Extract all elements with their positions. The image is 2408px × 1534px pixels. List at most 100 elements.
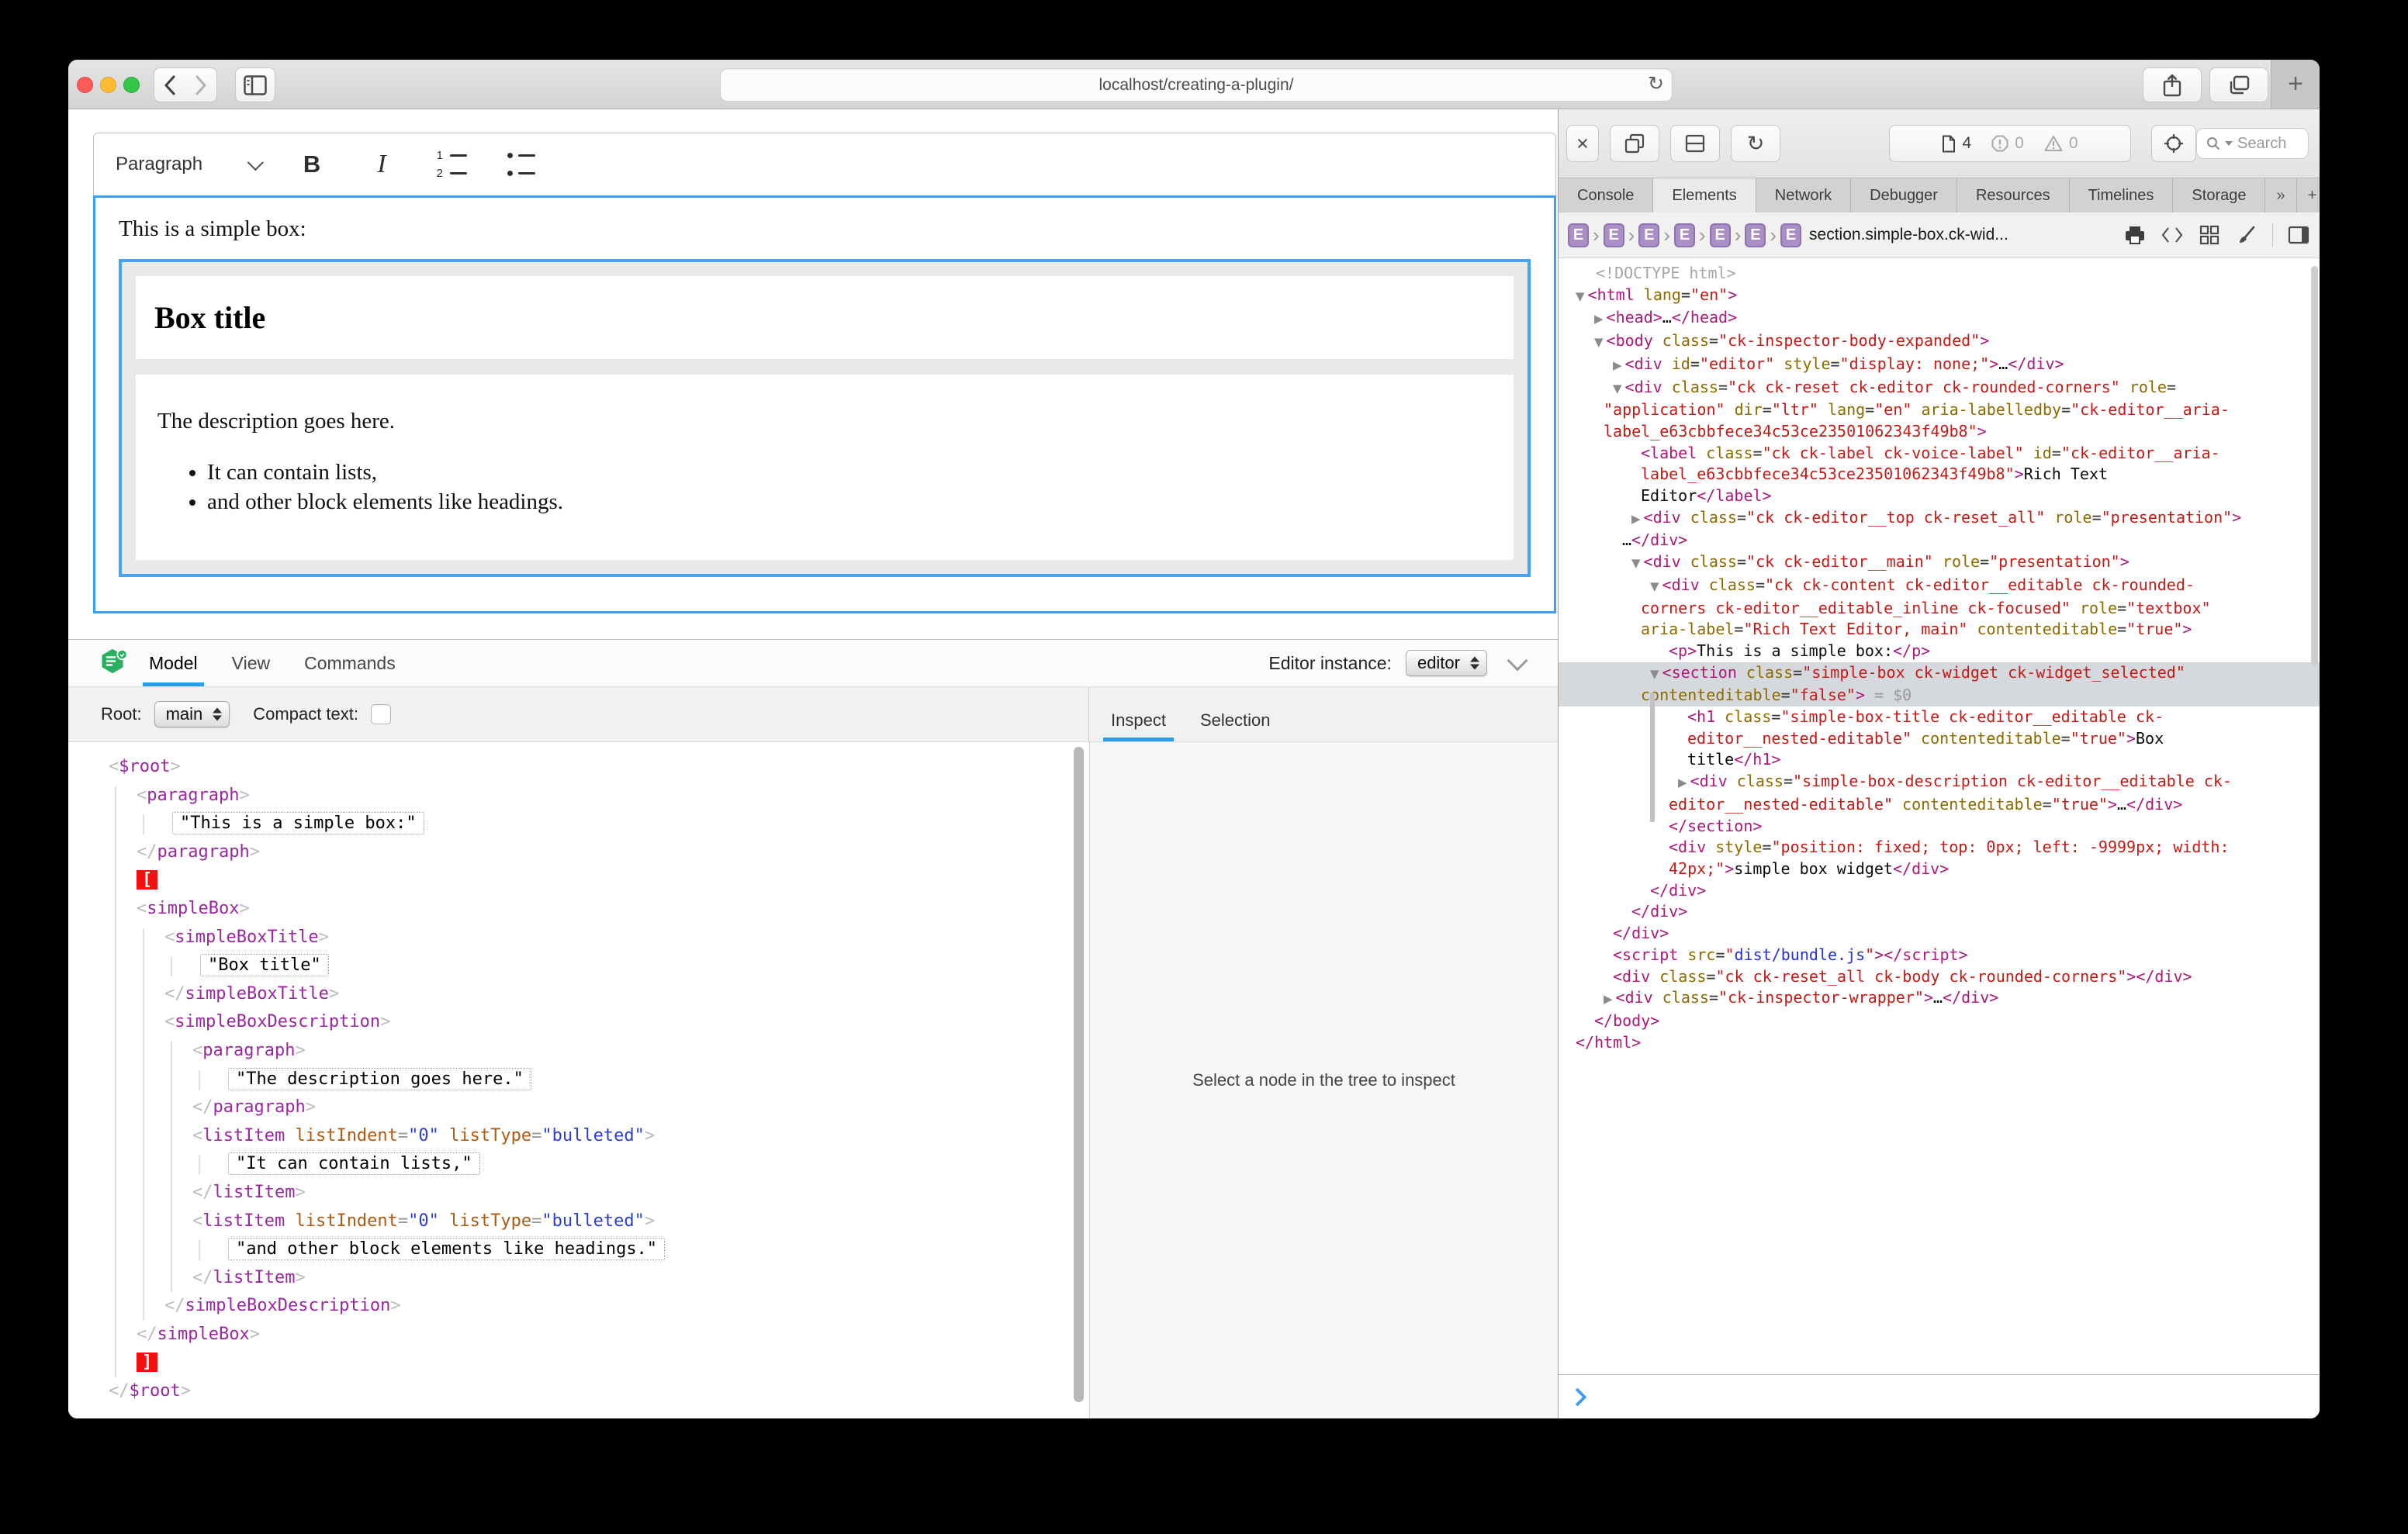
numbered-list-button[interactable]: 1 2 <box>434 146 469 183</box>
dom-tree-line[interactable]: title</h1> <box>1568 749 2320 771</box>
dom-tree-line[interactable]: ▼<html lang="en"> <box>1568 285 2320 308</box>
dom-tree-line[interactable]: editor__nested-editable" contenteditable… <box>1568 794 2320 816</box>
model-tree-line[interactable]: <$root> <box>68 753 1088 782</box>
dom-tree-line[interactable]: corners ck-editor__editable_inline ck-fo… <box>1568 598 2320 620</box>
element-picker-button[interactable] <box>2151 125 2196 162</box>
dom-tree-line[interactable]: <p>This is a simple box:</p> <box>1568 641 2320 662</box>
print-styles-button[interactable] <box>2123 223 2147 247</box>
description-paragraph[interactable]: The description goes here. <box>157 409 1492 434</box>
dom-tree-line[interactable]: ▶<head>…</head> <box>1568 307 2320 330</box>
description-list[interactable]: It can contain lists,and other block ele… <box>157 458 1492 517</box>
dom-tree-line[interactable]: "application" dir="ltr" lang="en" aria-l… <box>1568 399 2320 421</box>
rich-text-editable[interactable]: This is a simple box: Box title The desc… <box>93 195 1556 613</box>
model-tree-line[interactable]: <simpleBoxTitle> <box>68 924 1088 952</box>
bulleted-list-button[interactable] <box>504 146 538 183</box>
dom-tree-line[interactable]: </div> <box>1568 923 2320 945</box>
dom-tree-line[interactable]: contenteditable="false"> = $0 <box>1559 685 2320 707</box>
detach-inspector-button[interactable] <box>1610 125 1659 162</box>
tab-debugger[interactable]: Debugger <box>1851 178 1957 212</box>
model-tree-line[interactable]: <paragraph> <box>68 782 1088 810</box>
dom-tree-line[interactable]: <div class="ck ck-reset_all ck-body ck-r… <box>1568 966 2320 988</box>
minimize-window-button[interactable] <box>100 77 116 93</box>
model-tree-line[interactable]: <simpleBox> <box>68 895 1088 924</box>
model-tree-line[interactable]: </listItem> <box>68 1179 1088 1208</box>
dom-tree-line[interactable]: </div> <box>1568 880 2320 902</box>
tab-selection[interactable]: Selection <box>1200 710 1271 741</box>
editor-instance-select[interactable]: editor <box>1406 650 1487 676</box>
dock-bottom-button[interactable] <box>1670 125 1720 162</box>
dom-tree-line[interactable]: </html> <box>1568 1032 2320 1054</box>
model-tree-line[interactable]: </simpleBox> <box>68 1321 1088 1349</box>
quick-console[interactable] <box>1559 1374 2320 1418</box>
model-tree-line[interactable]: "and other block elements like headings.… <box>68 1235 1088 1264</box>
forward-button[interactable] <box>185 67 217 102</box>
dom-tree-line[interactable]: ▶<div class="simple-box-description ck-e… <box>1568 771 2320 794</box>
model-tree-line[interactable]: </$root> <box>68 1377 1088 1406</box>
activity-viewer[interactable]: 4 0 <box>1889 125 2131 162</box>
dom-tree-line[interactable]: ▶<div class="ck-inspector-wrapper">…</di… <box>1568 987 2320 1011</box>
show-source-button[interactable] <box>2161 223 2184 247</box>
tab-network[interactable]: Network <box>1756 178 1851 212</box>
zoom-window-button[interactable] <box>123 77 140 93</box>
model-tree-scrollbar[interactable] <box>1074 747 1084 1402</box>
sidebar-toggle-button[interactable] <box>235 67 275 102</box>
close-window-button[interactable] <box>77 77 93 93</box>
dom-tree-line[interactable]: …</div> <box>1568 530 2320 551</box>
breadcrumb-element-badge[interactable]: E <box>1568 223 1589 247</box>
address-bar[interactable]: localhost/creating-a-plugin/ ↻ <box>720 68 1673 102</box>
bold-button[interactable]: B <box>295 146 329 183</box>
dom-tree-line[interactable]: Editor</label> <box>1568 485 2320 507</box>
dom-tree-line[interactable]: ▶<div class="ck ck-editor__top ck-reset_… <box>1568 507 2320 530</box>
ck-tab-model[interactable]: Model <box>149 640 198 686</box>
tab-resources[interactable]: Resources <box>1957 178 2070 212</box>
breadcrumb-current[interactable]: section.simple-box.ck-wid... <box>1809 226 2008 244</box>
intro-paragraph[interactable]: This is a simple box: <box>119 216 1531 242</box>
tab-overview-button[interactable] <box>2209 67 2268 102</box>
new-tab-button[interactable]: + <box>2271 60 2320 109</box>
ck-tab-commands[interactable]: Commands <box>304 640 396 686</box>
model-tree-line[interactable]: <listItem listIndent="0" listType="bulle… <box>68 1122 1088 1151</box>
dom-tree-line[interactable]: <script src="dist/bundle.js"></script> <box>1568 945 2320 966</box>
dom-tree-line[interactable]: editor__nested-editable" contenteditable… <box>1568 728 2320 750</box>
bullet-item[interactable]: and other block elements like headings. <box>207 487 1492 517</box>
box-title-heading[interactable]: Box title <box>154 299 1495 336</box>
compact-text-checkbox[interactable] <box>371 704 391 724</box>
dom-tree-line[interactable]: <label class="ck ck-label ck-voice-label… <box>1568 443 2320 465</box>
tab-timelines[interactable]: Timelines <box>2070 178 2174 212</box>
breadcrumb-element-badge[interactable]: E <box>1745 223 1766 247</box>
tab-elements[interactable]: Elements <box>1653 178 1756 212</box>
dom-tree-line[interactable]: ▼<body class="ck-inspector-body-expanded… <box>1568 330 2320 354</box>
back-button[interactable] <box>154 67 186 102</box>
dom-tree-line[interactable]: <h1 class="simple-box-title ck-editor__e… <box>1568 707 2320 728</box>
breadcrumb-element-badge[interactable]: E <box>1674 223 1695 247</box>
simple-box-description-area[interactable]: The description goes here. It can contai… <box>136 375 1514 560</box>
breadcrumb-element-badge[interactable]: E <box>1780 223 1801 247</box>
breadcrumb-element-badge[interactable]: E <box>1638 223 1659 247</box>
dom-tree-line[interactable]: <div style="position: fixed; top: 0px; l… <box>1568 837 2320 859</box>
close-inspector-button[interactable]: × <box>1566 125 1599 162</box>
dom-tree-line[interactable]: </section> <box>1568 816 2320 838</box>
tab-inspect[interactable]: Inspect <box>1111 710 1166 741</box>
model-tree-line[interactable]: "This is a simple box:" <box>68 810 1088 838</box>
collapse-inspector-button[interactable] <box>1507 650 1528 671</box>
dom-tree-line[interactable]: </div> <box>1568 901 2320 923</box>
model-tree-line[interactable]: </simpleBoxDescription> <box>68 1292 1088 1321</box>
dom-tree-line[interactable]: </body> <box>1568 1011 2320 1032</box>
simple-box-title-area[interactable]: Box title <box>136 276 1514 359</box>
model-tree-line[interactable]: "It can contain lists," <box>68 1150 1088 1179</box>
model-tree-line[interactable]: <simpleBoxDescription> <box>68 1008 1088 1037</box>
model-tree-line[interactable]: <listItem listIndent="0" listType="bulle… <box>68 1208 1088 1236</box>
reload-page-button[interactable]: ↻ <box>1731 125 1780 162</box>
dom-tree-line[interactable]: ▼<div class="ck ck-reset ck-editor ck-ro… <box>1568 377 2320 400</box>
dom-tree-scrollbar[interactable] <box>2311 266 2318 665</box>
breadcrumb-element-badge[interactable]: E <box>1710 223 1731 247</box>
inspector-search-field[interactable]: Search <box>2196 128 2309 159</box>
model-tree-line[interactable]: <paragraph> <box>68 1037 1088 1066</box>
model-tree-line[interactable]: </paragraph> <box>68 838 1088 867</box>
model-tree-line[interactable]: "Box title" <box>68 952 1088 980</box>
model-tree-line[interactable]: </simpleBoxTitle> <box>68 980 1088 1009</box>
dom-tree-line[interactable]: aria-label="Rich Text Editor, main" cont… <box>1568 619 2320 641</box>
model-tree-line[interactable]: "The description goes here." <box>68 1066 1088 1094</box>
dom-tree-line[interactable]: label_e63cbbfece34c53ce23501062343f49b8"… <box>1568 464 2320 485</box>
tab-overflow[interactable]: » <box>2265 178 2296 212</box>
